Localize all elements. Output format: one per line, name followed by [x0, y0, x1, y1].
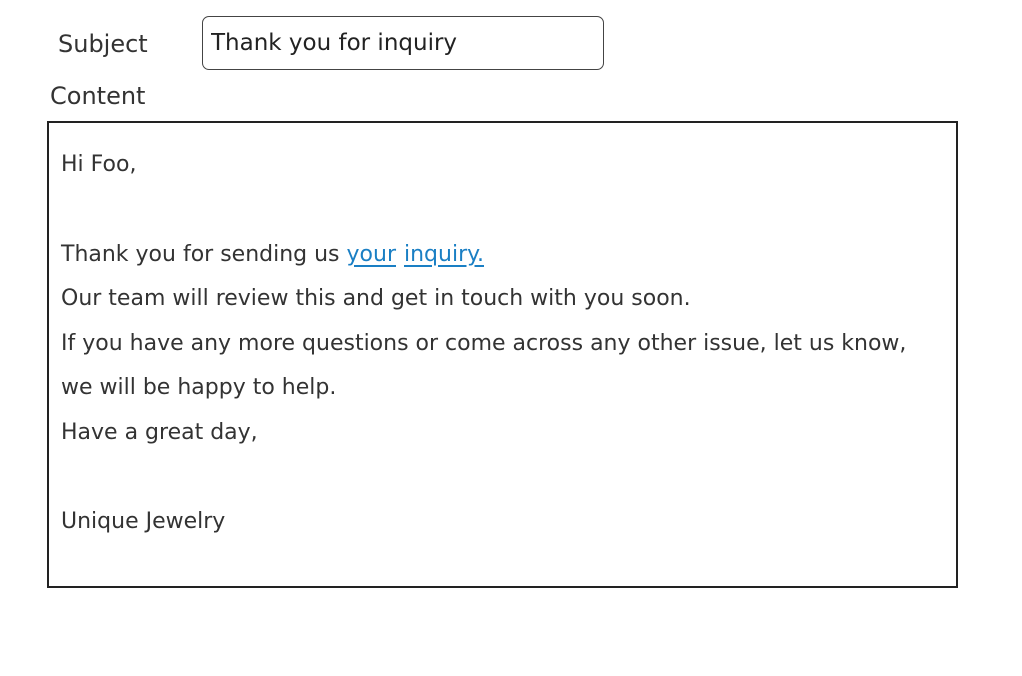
content-label: Content	[50, 82, 146, 110]
inquiry-link[interactable]: inquiry.	[404, 242, 484, 267]
greeting-line: Hi Foo,	[61, 152, 137, 177]
help-line: we will be happy to help.	[61, 375, 337, 400]
thanks-line: Thank you for sending us your inquiry.	[61, 233, 944, 278]
your-link[interactable]: your	[347, 242, 396, 267]
review-line: Our team will review this and get in tou…	[61, 286, 691, 311]
thanks-text: Thank you for sending us	[61, 241, 347, 267]
closing-line: Have a great day,	[61, 419, 258, 445]
subject-input[interactable]	[202, 16, 604, 70]
content-editor[interactable]: Hi Foo, Thank you for sending us your inq…	[47, 121, 958, 588]
signature-line: Unique Jewelry	[61, 509, 226, 534]
subject-label: Subject	[58, 30, 148, 58]
questions-line: If you have any more questions or come a…	[61, 330, 907, 356]
